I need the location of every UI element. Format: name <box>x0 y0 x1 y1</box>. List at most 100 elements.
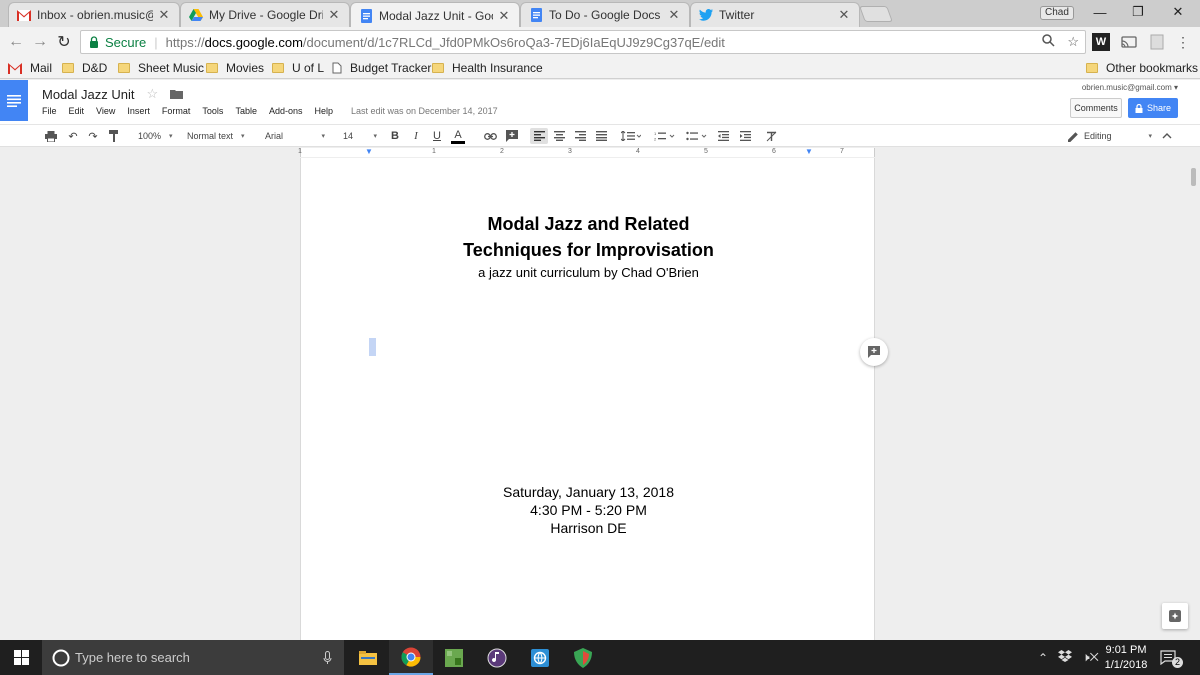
document-canvas: Modal Jazz and Related Techniques for Im… <box>0 158 1200 640</box>
close-icon[interactable]: ✕ <box>667 7 681 23</box>
microphone-icon[interactable] <box>323 650 332 665</box>
menu-format[interactable]: Format <box>162 106 191 116</box>
add-comment-button[interactable] <box>860 338 888 366</box>
ruler-track[interactable]: 1 1 2 3 4 5 6 7 ▼ ▼ <box>298 148 875 157</box>
taskbar-clock[interactable]: 9:01 PM 1/1/2018 <box>1100 643 1152 673</box>
taskbar-search-box[interactable]: Type here to search <box>42 640 344 675</box>
start-button[interactable] <box>0 640 42 675</box>
italic-button[interactable]: I <box>409 128 423 144</box>
tab-modal-jazz-unit[interactable]: Modal Jazz Unit - Google ✕ <box>350 2 520 28</box>
extension-w-icon[interactable]: W <box>1092 33 1110 51</box>
editing-mode-select[interactable]: Editing ▾ <box>1068 128 1152 144</box>
vertical-scrollbar[interactable] <box>1186 158 1200 640</box>
line-spacing-icon[interactable] <box>620 128 642 144</box>
shield-app-icon[interactable] <box>561 640 605 675</box>
comments-button[interactable]: Comments <box>1070 98 1122 118</box>
style-select[interactable]: Normal text ▾ <box>187 128 245 144</box>
action-center-icon[interactable]: 2 <box>1160 640 1183 675</box>
menu-insert[interactable]: Insert <box>127 106 150 116</box>
menu-addons[interactable]: Add-ons <box>269 106 303 116</box>
paint-format-icon[interactable] <box>107 128 121 144</box>
last-edit-link[interactable]: Last edit was on December 14, 2017 <box>351 106 498 116</box>
menu-table[interactable]: Table <box>235 106 257 116</box>
star-icon[interactable]: ☆ <box>146 86 158 102</box>
doc-title[interactable]: Modal Jazz Unit <box>42 87 134 102</box>
tab-inbox[interactable]: Inbox - obrien.music@gm ✕ <box>8 2 180 27</box>
close-icon[interactable]: ✕ <box>497 8 511 24</box>
undo-icon[interactable]: ↶ <box>66 128 80 144</box>
close-icon[interactable]: ✕ <box>327 7 341 23</box>
zoom-magnifier-icon[interactable] <box>1042 34 1055 50</box>
minecraft-icon[interactable] <box>432 640 476 675</box>
bulleted-list-icon[interactable] <box>685 128 709 144</box>
new-tab-button[interactable] <box>859 6 893 22</box>
bookmark-budget-tracker[interactable]: Budget Tracker <box>332 60 431 76</box>
chrome-menu-icon[interactable]: ⋮ <box>1174 33 1192 51</box>
docs-home-icon[interactable] <box>0 80 28 121</box>
menu-edit[interactable]: Edit <box>69 106 85 116</box>
document-page[interactable]: Modal Jazz and Related Techniques for Im… <box>300 158 875 640</box>
folder-icon[interactable] <box>170 89 184 99</box>
music-notation-app-icon[interactable] <box>475 640 519 675</box>
bookmark-health-insurance[interactable]: Health Insurance <box>432 60 543 76</box>
align-left-icon[interactable] <box>530 128 548 144</box>
back-icon[interactable]: ← <box>6 32 26 52</box>
numbered-list-icon[interactable]: 12 <box>653 128 677 144</box>
pdf-extension-icon[interactable] <box>1148 33 1166 51</box>
align-right-icon[interactable] <box>573 128 587 144</box>
tab-to-do[interactable]: To Do - Google Docs ✕ <box>520 2 690 27</box>
font-size-select[interactable]: 14 ▾ <box>343 128 377 144</box>
explore-button[interactable] <box>1162 603 1188 629</box>
decrease-indent-icon[interactable] <box>716 128 730 144</box>
justify-icon[interactable] <box>594 128 608 144</box>
bookmark-movies[interactable]: Movies <box>206 60 264 76</box>
menu-tools[interactable]: Tools <box>202 106 223 116</box>
menu-view[interactable]: View <box>96 106 115 116</box>
bookmark-other[interactable]: Other bookmarks <box>1086 60 1198 76</box>
clear-formatting-icon[interactable] <box>764 128 778 144</box>
collapse-menu-icon[interactable] <box>1160 128 1174 144</box>
increase-indent-icon[interactable] <box>738 128 752 144</box>
tab-twitter[interactable]: Twitter ✕ <box>690 2 860 27</box>
secure-indicator[interactable]: Secure <box>89 35 146 50</box>
text-color-button[interactable]: A <box>451 128 465 144</box>
app-globe-icon[interactable] <box>518 640 562 675</box>
menu-file[interactable]: File <box>42 106 57 116</box>
right-margin-marker-icon[interactable]: ▼ <box>805 148 813 156</box>
bookmark-dnd[interactable]: D&D <box>62 60 107 76</box>
scrollbar-thumb[interactable] <box>1191 168 1196 186</box>
print-icon[interactable] <box>44 128 58 144</box>
restore-icon[interactable]: ❐ <box>1116 0 1160 24</box>
dropbox-icon[interactable] <box>1058 650 1073 665</box>
profile-button[interactable]: Chad <box>1040 6 1074 20</box>
bookmarks-bar: Mail D&D Sheet Music Movies U of L Budge… <box>0 57 1200 79</box>
indent-marker-icon[interactable]: ▼ <box>365 148 373 156</box>
bookmark-star-icon[interactable]: ☆ <box>1067 34 1079 50</box>
insert-comment-icon[interactable] <box>505 128 519 144</box>
bold-button[interactable]: B <box>388 128 402 144</box>
menu-help[interactable]: Help <box>314 106 333 116</box>
link-icon[interactable] <box>483 128 497 144</box>
cast-icon[interactable] <box>1120 33 1138 51</box>
bookmark-u-of-l[interactable]: U of L <box>272 60 324 76</box>
underline-button[interactable]: U <box>430 128 444 144</box>
close-icon[interactable]: ✕ <box>157 7 171 23</box>
address-bar[interactable]: Secure | https:// docs.google.com /docum… <box>80 30 1086 54</box>
tab-drive[interactable]: My Drive - Google Drive ✕ <box>180 2 350 27</box>
bookmark-sheet-music[interactable]: Sheet Music <box>118 60 204 76</box>
file-explorer-icon[interactable] <box>346 640 390 675</box>
redo-icon[interactable]: ↷ <box>86 128 100 144</box>
reload-icon[interactable]: ↻ <box>54 32 74 52</box>
show-hidden-icons-chevron-up-icon[interactable]: ⌃ <box>1038 651 1048 665</box>
align-center-icon[interactable] <box>552 128 566 144</box>
share-button[interactable]: Share <box>1128 98 1178 118</box>
zoom-select[interactable]: 100% ▾ <box>138 128 173 144</box>
font-select[interactable]: Arial ▾ <box>265 128 325 144</box>
account-email[interactable]: obrien.music@gmail.com ▾ <box>1082 83 1178 92</box>
chrome-taskbar-icon[interactable] <box>389 640 433 675</box>
volume-muted-icon[interactable]: 🕨✕ <box>1082 650 1099 665</box>
forward-icon[interactable]: → <box>30 32 50 52</box>
bookmark-mail[interactable]: Mail <box>8 60 52 76</box>
close-icon[interactable]: ✕ <box>837 7 851 23</box>
window-close-icon[interactable]: ✕ <box>1156 0 1200 24</box>
